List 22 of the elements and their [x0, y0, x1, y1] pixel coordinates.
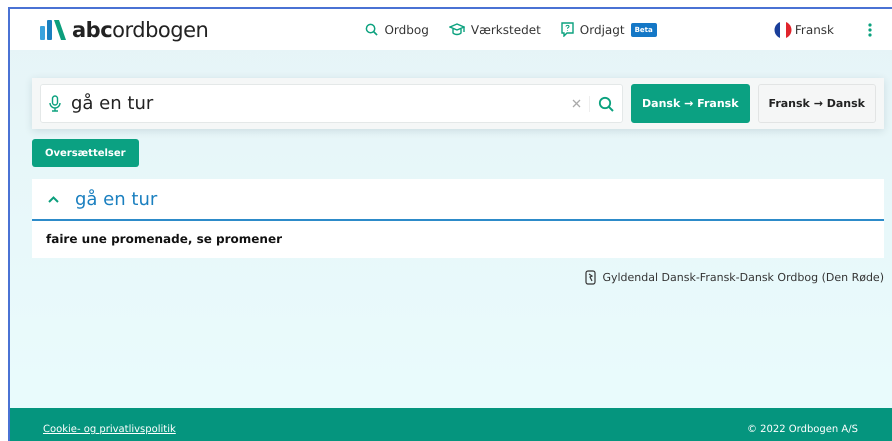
search-input[interactable]: gå en tur — [69, 92, 564, 115]
direction-button[interactable]: Fransk → Dansk — [758, 84, 876, 123]
clear-icon[interactable] — [572, 98, 582, 108]
logo-text[interactable]: abcordbogen — [72, 18, 208, 42]
copyright-text: © 2022 Ordbogen A/S — [746, 424, 858, 435]
language-selector[interactable]: Fransk — [774, 20, 834, 38]
chevron-up-icon[interactable] — [48, 196, 59, 202]
search-field[interactable]: gå en tur — [40, 84, 624, 123]
french-flag-icon — [774, 20, 792, 38]
microphone-icon[interactable] — [49, 95, 61, 112]
search-icon[interactable] — [598, 96, 614, 112]
nav-link[interactable]: Ordbog — [365, 22, 429, 37]
headword: gå en tur — [75, 188, 158, 210]
nav-link[interactable]: Værkstedet — [448, 22, 541, 37]
translation-text: faire une promenade, se promener — [45, 231, 284, 248]
search-icon — [365, 23, 378, 36]
logo-icon — [40, 20, 66, 40]
speech-bubble-icon — [560, 22, 574, 37]
graduation-cap-icon — [448, 22, 465, 36]
source-text: Gyldendal Dansk-Fransk-Dansk Ordbog (Den Røde) — [602, 271, 884, 284]
more-menu-icon[interactable] — [868, 22, 872, 36]
privacy-link[interactable]: Cookie- og privatlivspolitik — [43, 424, 176, 435]
